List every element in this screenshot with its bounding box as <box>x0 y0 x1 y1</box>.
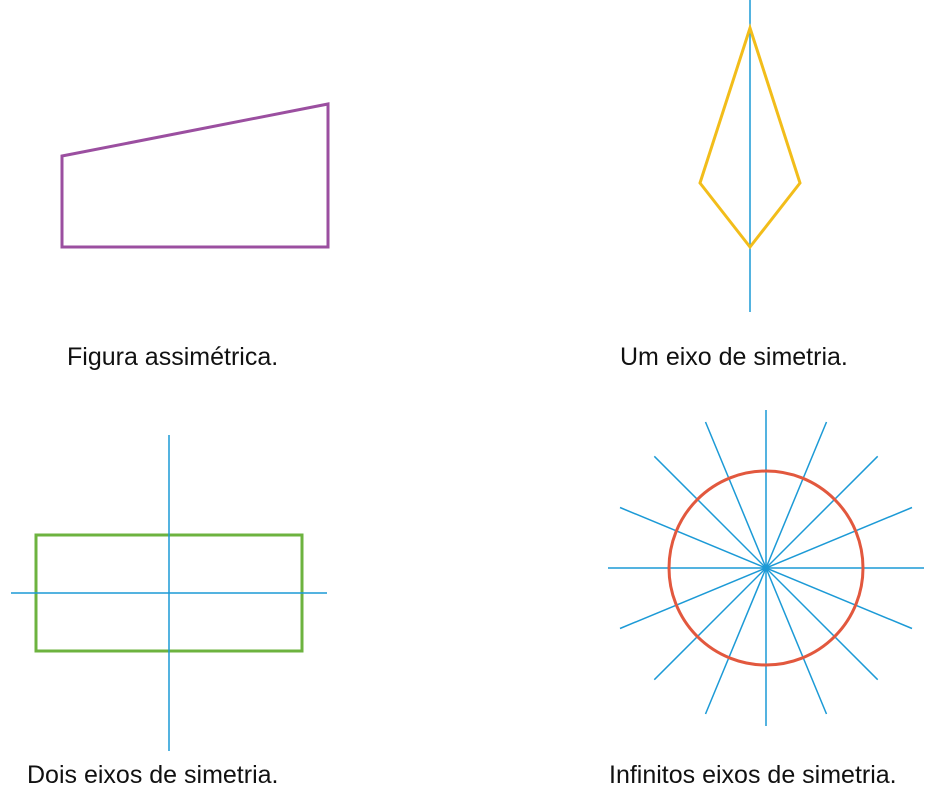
symmetry-figure <box>11 0 924 751</box>
asymmetric-quadrilateral <box>60 102 330 249</box>
caption-one-axis: Um eixo de simetria. <box>620 343 848 371</box>
circle-symmetry-axes <box>608 410 924 726</box>
caption-infinite-axes: Infinitos eixos de simetria. <box>609 761 897 789</box>
caption-two-axes: Dois eixos de simetria. <box>27 761 279 789</box>
caption-asymmetric: Figura assimétrica. <box>67 343 279 371</box>
